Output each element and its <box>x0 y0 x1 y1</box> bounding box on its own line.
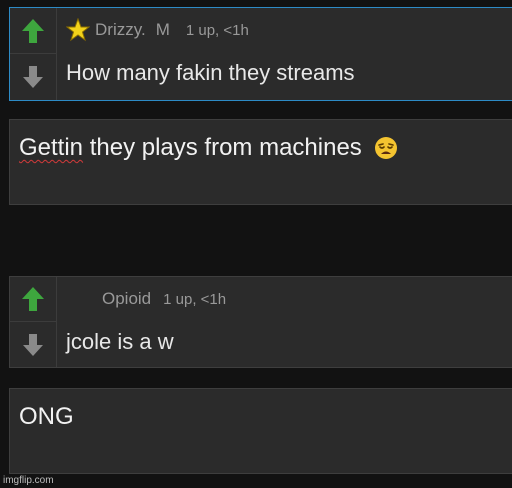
reply-text: ONG <box>19 403 74 430</box>
reply-textarea[interactable]: ONG <box>9 388 512 474</box>
comment-meta: Opioid 1 up, <1h <box>102 287 226 311</box>
upvote-arrow-icon <box>22 18 44 43</box>
username[interactable]: Drizzy. <box>95 20 146 40</box>
comment-thread: Drizzy. M 1 up, <1h How many fakin they … <box>0 0 512 488</box>
watermark: imgflip.com <box>3 475 54 486</box>
comment-drizzy: Drizzy. M 1 up, <1h How many fakin they … <box>9 7 512 101</box>
reply-text: Gettin they plays from machines <box>19 134 398 162</box>
upvote-count: 1 up, <1h <box>163 290 227 308</box>
weary-face-emoji-icon <box>374 137 397 159</box>
reply-textarea[interactable]: Gettin they plays from machines <box>9 119 512 205</box>
misspelled-word: Gettin <box>19 134 84 161</box>
downvote-arrow-icon <box>23 66 43 88</box>
mod-badge: M <box>155 20 170 39</box>
comment-text: How many fakin they streams <box>66 60 355 85</box>
comment-meta: Drizzy. M 1 up, <1h <box>66 18 249 42</box>
upvote-count: 1 up, <1h <box>185 21 249 39</box>
vote-column <box>10 277 57 367</box>
upvote-button[interactable] <box>10 277 56 322</box>
vote-column <box>10 8 57 100</box>
reply-text-rest: they plays from machines <box>83 134 362 161</box>
star-icon <box>66 18 90 42</box>
downvote-button[interactable] <box>10 54 56 100</box>
downvote-arrow-icon <box>23 333 43 356</box>
upvote-button[interactable] <box>10 8 56 54</box>
username[interactable]: Opioid <box>102 289 151 309</box>
comment-text: jcole is a w <box>66 329 174 354</box>
upvote-arrow-icon <box>22 287 44 311</box>
downvote-button[interactable] <box>10 322 56 367</box>
comment-opioid: Opioid 1 up, <1h jcole is a w <box>9 276 512 368</box>
